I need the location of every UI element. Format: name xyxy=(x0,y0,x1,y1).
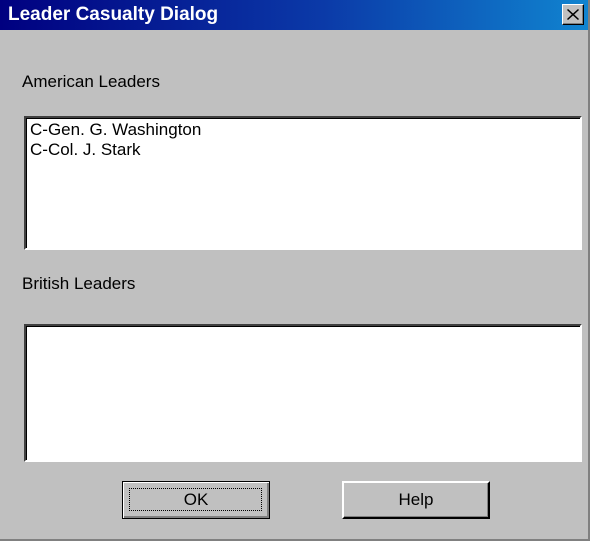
american-leaders-label: American Leaders xyxy=(22,72,160,91)
list-item[interactable]: C-Col. J. Stark xyxy=(30,140,576,160)
ok-button[interactable]: OK xyxy=(122,481,270,519)
british-leaders-listbox[interactable] xyxy=(24,324,582,462)
help-button-label: Help xyxy=(398,490,434,509)
window-title: Leader Casualty Dialog xyxy=(8,4,219,25)
close-icon xyxy=(567,9,579,20)
list-item[interactable]: C-Gen. G. Washington xyxy=(30,120,576,140)
british-leaders-label: British Leaders xyxy=(22,274,136,293)
focus-rect xyxy=(129,488,262,511)
close-button[interactable] xyxy=(562,4,584,25)
leader-casualty-dialog: Leader Casualty Dialog American Leaders … xyxy=(0,0,590,541)
title-bar[interactable]: Leader Casualty Dialog xyxy=(0,0,588,30)
american-leaders-listbox[interactable]: C-Gen. G. Washington C-Col. J. Stark xyxy=(24,116,582,250)
help-button[interactable]: Help xyxy=(342,481,490,519)
